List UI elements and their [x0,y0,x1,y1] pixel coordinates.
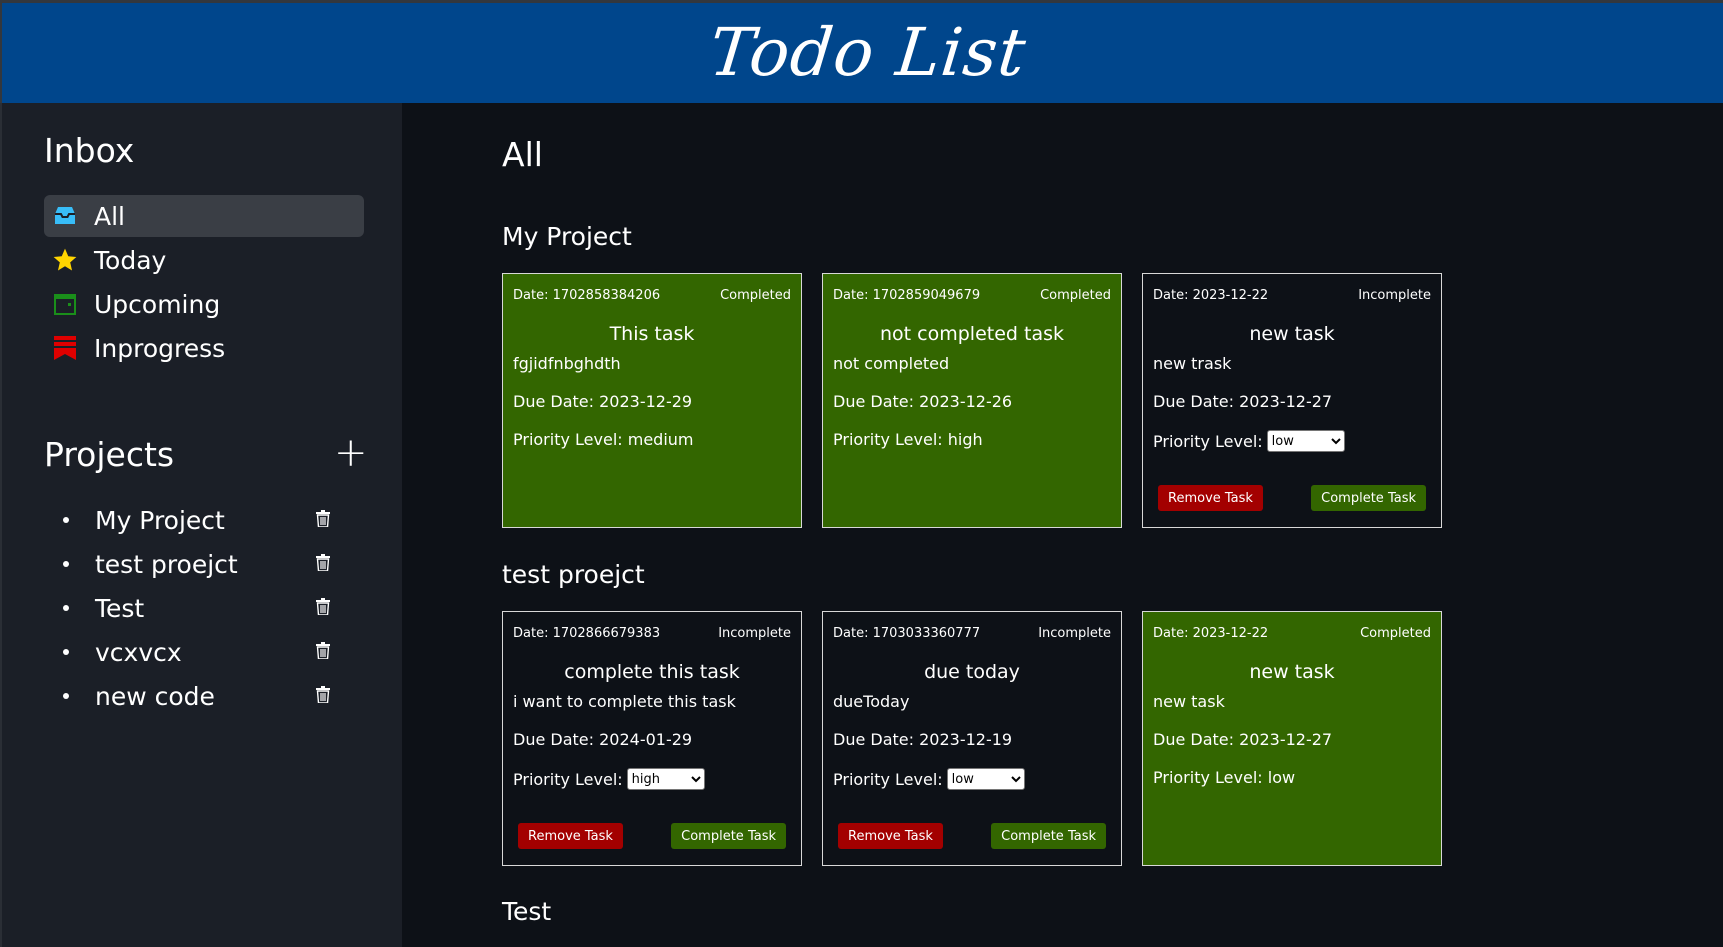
task-status: Incomplete [1038,626,1111,641]
nav-item-upcoming[interactable]: Upcoming [44,283,364,325]
inbox-heading: Inbox [44,131,135,170]
task-card: Date: 1702858384206 Completed This task … [502,273,802,528]
task-priority: Priority Level: lowmediumhigh [513,768,705,790]
task-date: Date: 2023-12-22 [1153,288,1269,303]
task-due-date: Due Date: 2024-01-29 [513,730,693,749]
complete-task-button[interactable]: Complete Task [671,823,786,849]
task-title: This task [609,323,695,345]
bullet [63,649,69,655]
section-title: test proejct [502,560,645,589]
task-due-date: Due Date: 2023-12-27 [1153,392,1333,411]
page-title: All [502,135,543,174]
project-item: vcxvcx [44,632,364,672]
task-card: Date: 1702866679383 Incomplete complete … [502,611,802,866]
task-title: new task [1249,661,1335,683]
task-due-date: Due Date: 2023-12-27 [1153,730,1333,749]
bullet [63,561,69,567]
task-priority: Priority Level: low [1153,768,1296,787]
star-icon [52,247,78,273]
task-priority: Priority Level: lowmediumhigh [1153,430,1345,452]
nav-label: Today [94,245,167,275]
project-name[interactable]: Test [95,594,144,623]
task-title: complete this task [564,661,740,683]
task-due-date: Due Date: 2023-12-19 [833,730,1013,749]
task-due-date: Due Date: 2023-12-26 [833,392,1013,411]
task-status: Completed [1360,626,1431,641]
project-item: My Project [44,500,364,540]
trash-icon[interactable] [316,592,332,616]
complete-task-button[interactable]: Complete Task [991,823,1106,849]
task-date: Date: 2023-12-22 [1153,626,1269,641]
section-title: Test [502,897,552,926]
task-priority: Priority Level: medium [513,430,694,449]
bullet [63,605,69,611]
priority-select[interactable]: lowmediumhigh [946,768,1025,790]
project-name[interactable]: new code [95,682,215,711]
bookmark-icon [52,335,78,361]
task-description: new trask [1153,354,1232,373]
project-item: Test [44,588,364,628]
task-description: not completed [833,354,950,373]
priority-label: Priority Level: [1153,431,1263,451]
project-item: new code [44,676,364,716]
priority-label: Priority Level: [833,769,943,789]
task-date: Date: 1703033360777 [833,626,981,641]
app-title: Todo List [705,13,1030,91]
task-date: Date: 1702859049679 [833,288,981,303]
priority-label: Priority Level: [513,769,623,789]
task-priority: Priority Level: lowmediumhigh [833,768,1025,790]
nav-item-all[interactable]: All [44,195,364,237]
trash-icon[interactable] [316,680,332,704]
task-card: Date: 2023-12-22 Completed new task new … [1142,611,1442,866]
trash-icon[interactable] [316,504,332,528]
section-title: My Project [502,222,632,251]
project-item: test proejct [44,544,364,584]
task-due-date: Due Date: 2023-12-29 [513,392,693,411]
task-title: new task [1249,323,1335,345]
bullet [63,517,69,523]
nav-label: All [94,201,125,231]
task-card: Date: 2023-12-22 Incomplete new task new… [1142,273,1442,528]
nav-item-today[interactable]: Today [44,239,364,281]
remove-task-button[interactable]: Remove Task [838,823,943,849]
task-description: new task [1153,692,1225,711]
task-description: dueToday [833,692,910,711]
task-description: i want to complete this task [513,692,736,711]
task-status: Incomplete [1358,288,1431,303]
app-header: Todo List [0,0,1723,103]
bullet [63,693,69,699]
task-status: Incomplete [718,626,791,641]
task-card: Date: 1703033360777 Incomplete due today… [822,611,1122,866]
nav-label: Inprogress [94,333,226,363]
priority-select[interactable]: lowmediumhigh [626,768,705,790]
task-title: due today [924,661,1020,683]
task-status: Completed [1040,288,1111,303]
task-card: Date: 1702859049679 Completed not comple… [822,273,1122,528]
task-priority: Priority Level: high [833,430,983,449]
nav-item-inprogress[interactable]: Inprogress [44,327,364,369]
sidebar: Inbox All Today Upcoming Inprogress Proj… [0,103,402,947]
remove-task-button[interactable]: Remove Task [1158,485,1263,511]
trash-icon[interactable] [316,548,332,572]
nav-label: Upcoming [94,289,221,319]
priority-select[interactable]: lowmediumhigh [1266,430,1345,452]
task-title: not completed task [880,323,1064,345]
project-name[interactable]: vcxvcx [95,638,182,667]
calendar-icon [52,291,78,317]
project-name[interactable]: My Project [95,506,225,535]
remove-task-button[interactable]: Remove Task [518,823,623,849]
projects-heading: Projects [44,435,175,474]
task-status: Completed [720,288,791,303]
project-name[interactable]: test proejct [95,550,238,579]
task-date: Date: 1702866679383 [513,626,661,641]
task-date: Date: 1702858384206 [513,288,661,303]
complete-task-button[interactable]: Complete Task [1311,485,1426,511]
inbox-icon [52,203,78,229]
add-project-button[interactable]: + [334,433,368,473]
task-description: fgjidfnbghdth [513,354,621,373]
trash-icon[interactable] [316,636,332,660]
